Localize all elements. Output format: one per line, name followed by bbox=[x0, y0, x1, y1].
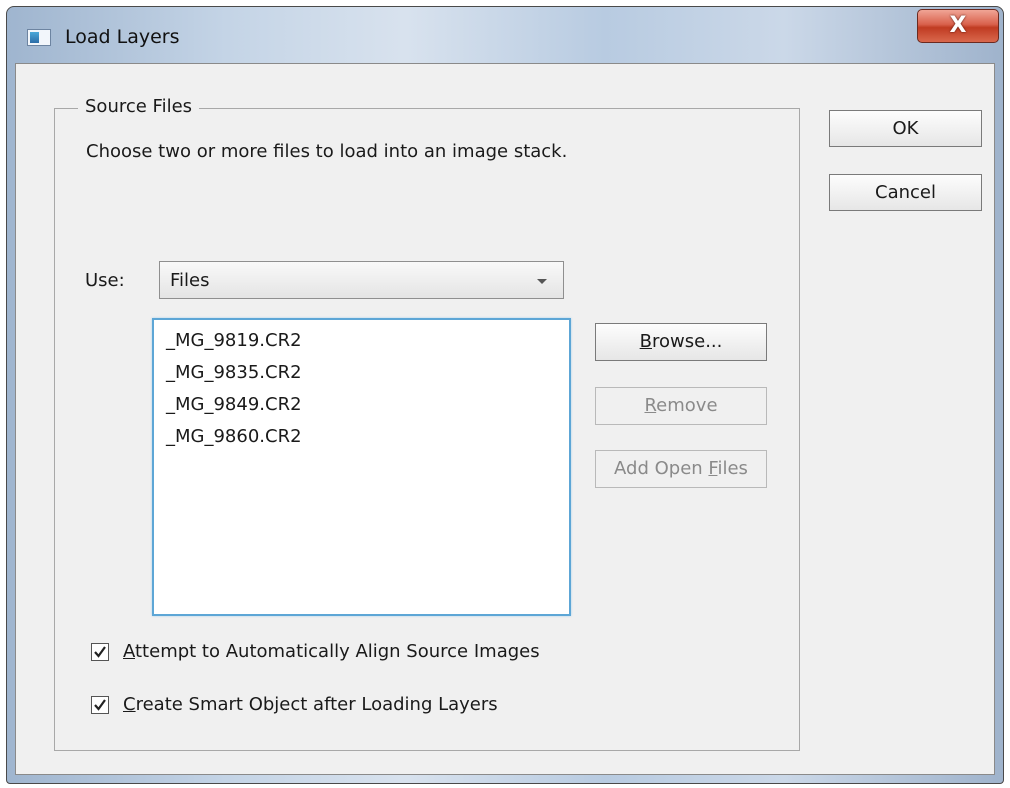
source-files-legend: Source Files bbox=[78, 96, 200, 117]
file-list-item[interactable]: _MG_9819.CR2 bbox=[166, 330, 302, 351]
load-layers-dialog: Load Layers X Source Files Choose two or… bbox=[6, 6, 1004, 784]
check-icon bbox=[94, 699, 106, 711]
use-label: Use: bbox=[85, 270, 125, 291]
app-icon bbox=[27, 29, 51, 46]
file-list-item[interactable]: _MG_9849.CR2 bbox=[166, 394, 302, 415]
source-files-group: Source Files Choose two or more files to… bbox=[54, 96, 800, 751]
file-list[interactable]: _MG_9819.CR2 _MG_9835.CR2 _MG_9849.CR2 _… bbox=[152, 318, 571, 616]
window-title: Load Layers bbox=[65, 26, 180, 48]
close-button[interactable]: X bbox=[917, 9, 999, 43]
align-images-checkbox[interactable] bbox=[91, 643, 109, 661]
check-icon bbox=[94, 646, 106, 658]
add-open-files-button[interactable]: Add Open Files bbox=[595, 450, 767, 488]
close-icon: X bbox=[949, 13, 967, 38]
browse-button[interactable]: Browse... bbox=[595, 323, 767, 361]
smart-object-checkbox[interactable] bbox=[91, 696, 109, 714]
align-images-label: Attempt to Automatically Align Source Im… bbox=[123, 641, 540, 662]
use-select[interactable]: Files bbox=[159, 261, 564, 299]
dialog-body: Source Files Choose two or more files to… bbox=[15, 63, 995, 775]
title-bar[interactable]: Load Layers X bbox=[7, 7, 1003, 63]
use-select-value: Files bbox=[170, 270, 210, 291]
ok-button[interactable]: OK bbox=[829, 110, 982, 147]
file-list-item[interactable]: _MG_9860.CR2 bbox=[166, 426, 302, 447]
source-files-description: Choose two or more files to load into an… bbox=[86, 141, 568, 162]
file-list-item[interactable]: _MG_9835.CR2 bbox=[166, 362, 302, 383]
smart-object-label: Create Smart Object after Loading Layers bbox=[123, 694, 498, 715]
chevron-down-icon bbox=[537, 279, 547, 284]
cancel-button[interactable]: Cancel bbox=[829, 174, 982, 211]
remove-button[interactable]: Remove bbox=[595, 387, 767, 425]
